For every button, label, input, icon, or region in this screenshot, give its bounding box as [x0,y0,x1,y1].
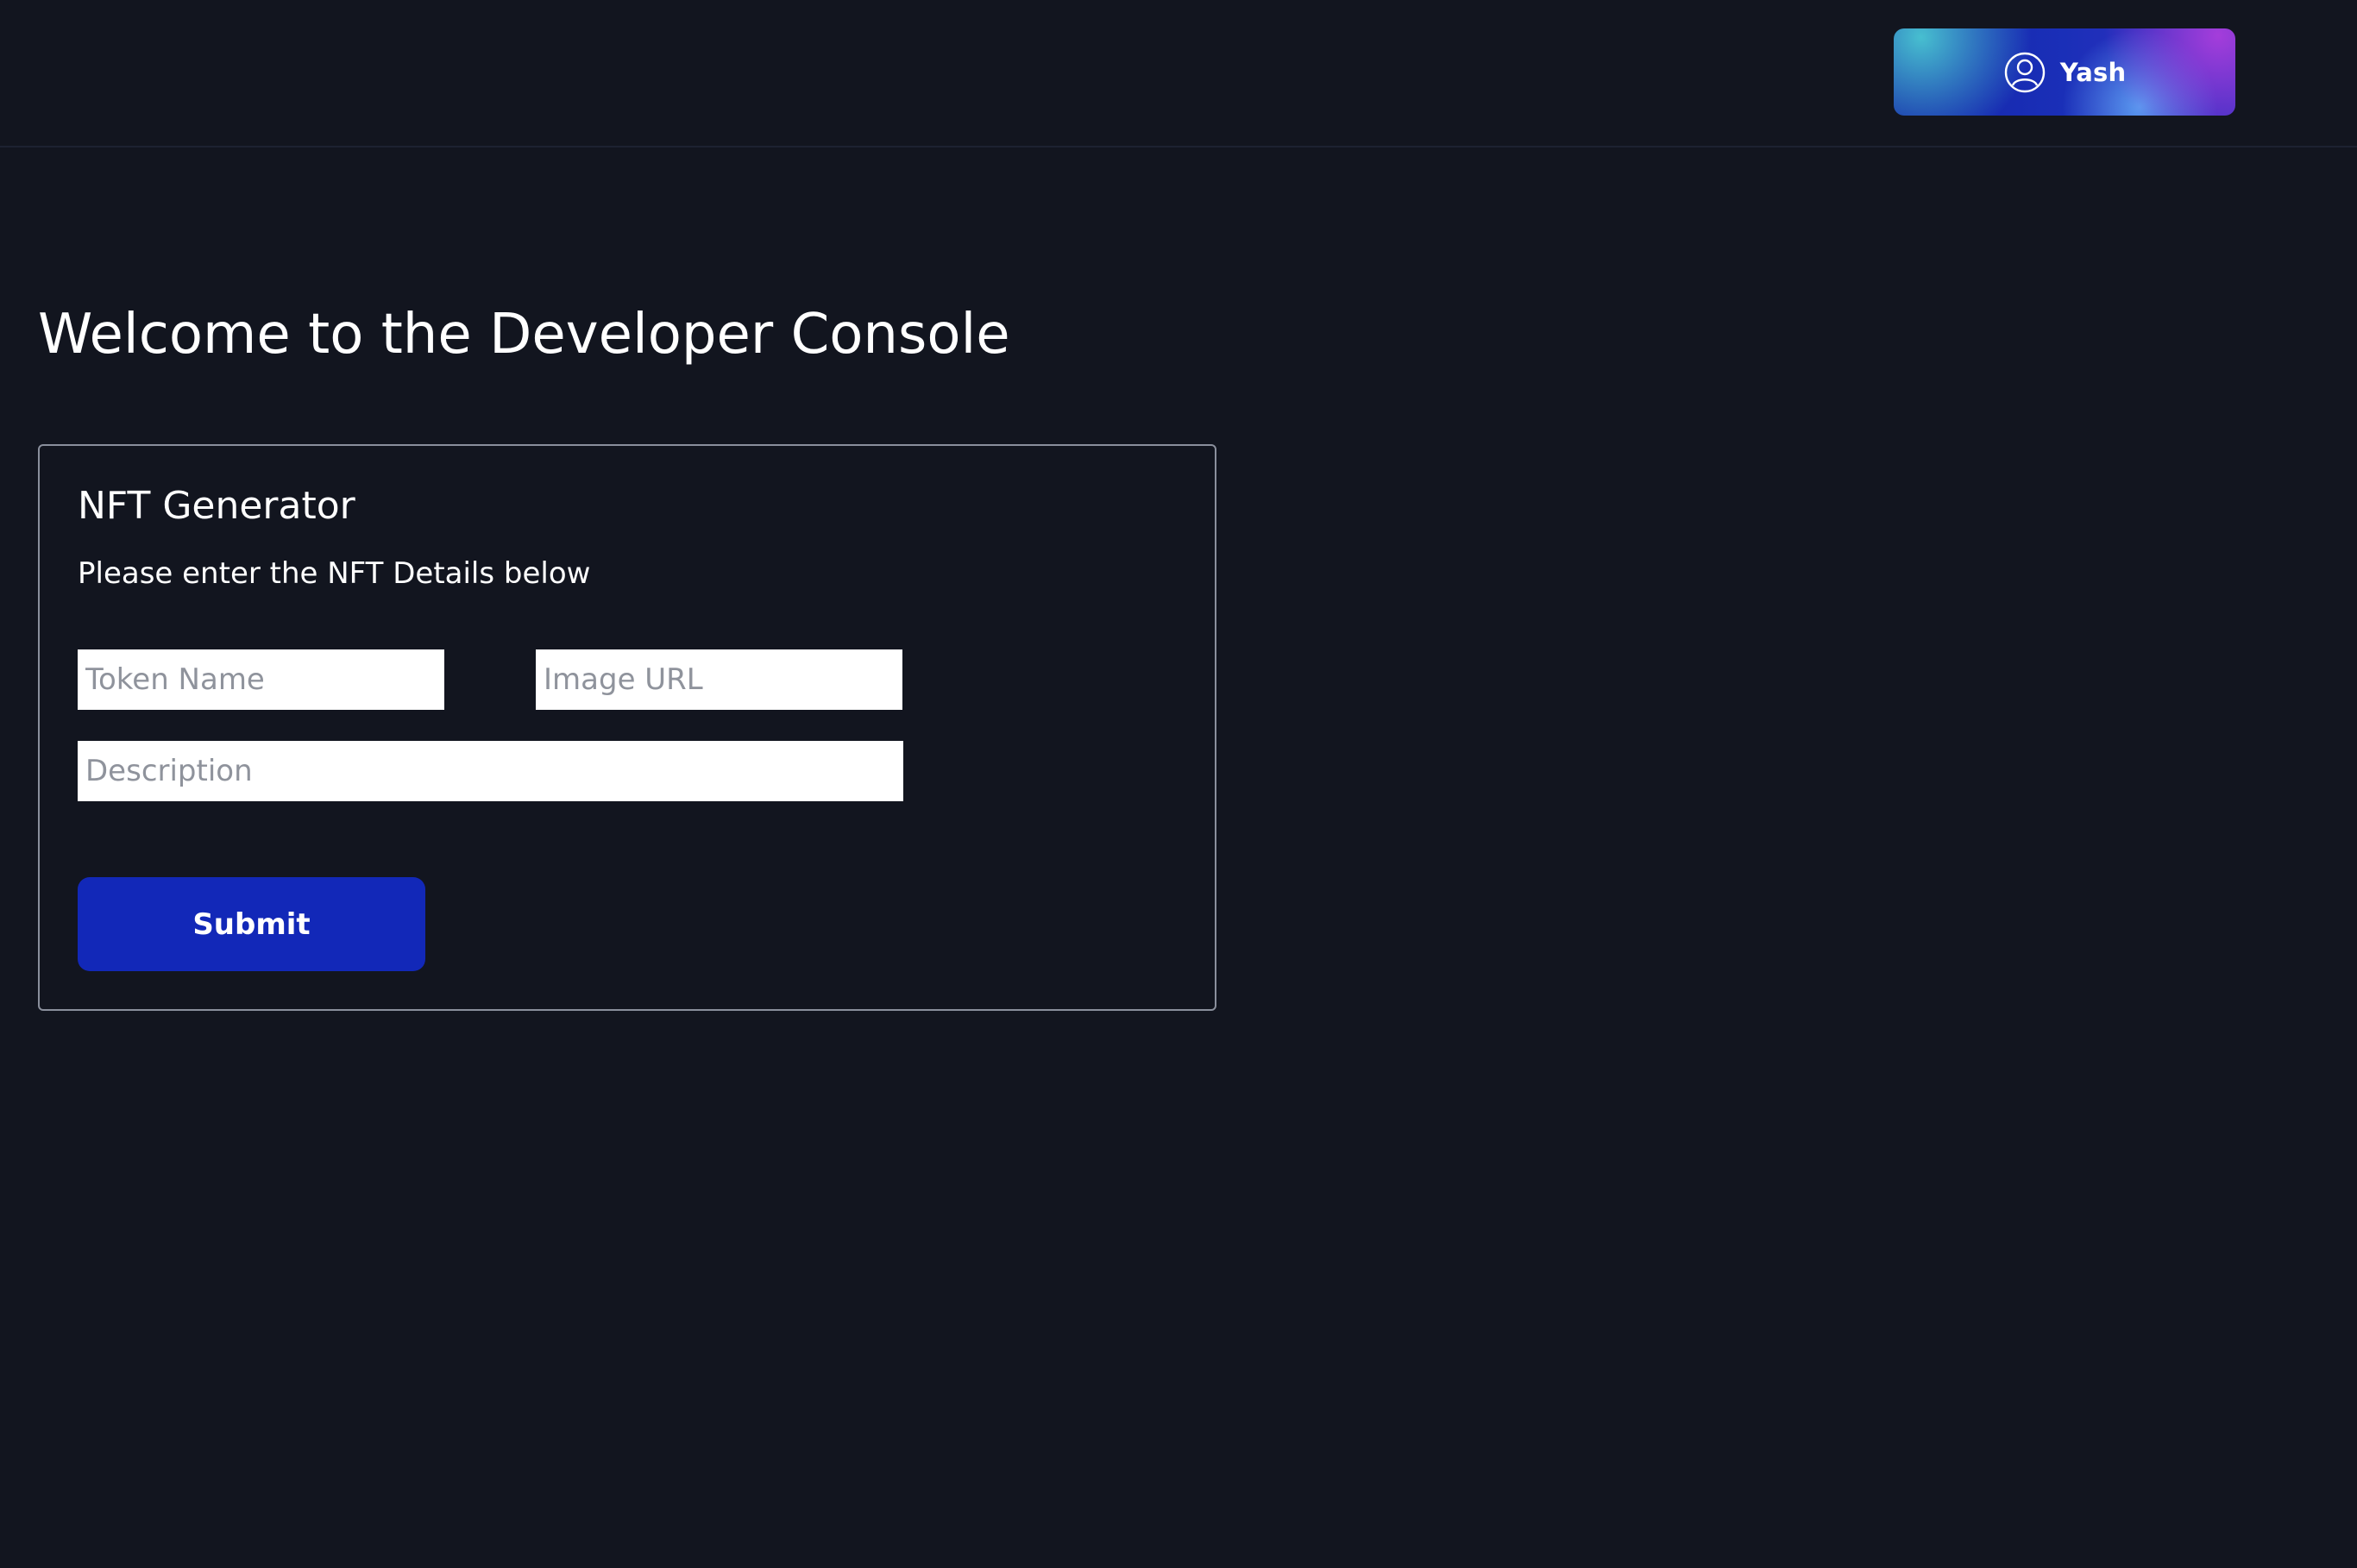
card-subtitle: Please enter the NFT Details below [78,556,591,591]
user-circle-icon [2003,51,2046,94]
nft-generator-card: NFT Generator Please enter the NFT Detai… [38,444,1216,1011]
top-bar: Yash [0,0,2357,147]
card-title: NFT Generator [78,484,355,528]
token-name-input[interactable] [78,649,444,710]
submit-button[interactable]: Submit [78,877,425,971]
image-url-input[interactable] [536,649,902,710]
page-title: Welcome to the Developer Console [38,303,1010,367]
user-name: Yash [2059,57,2127,87]
user-profile-button[interactable]: Yash [1894,28,2235,116]
description-input[interactable] [78,741,903,801]
